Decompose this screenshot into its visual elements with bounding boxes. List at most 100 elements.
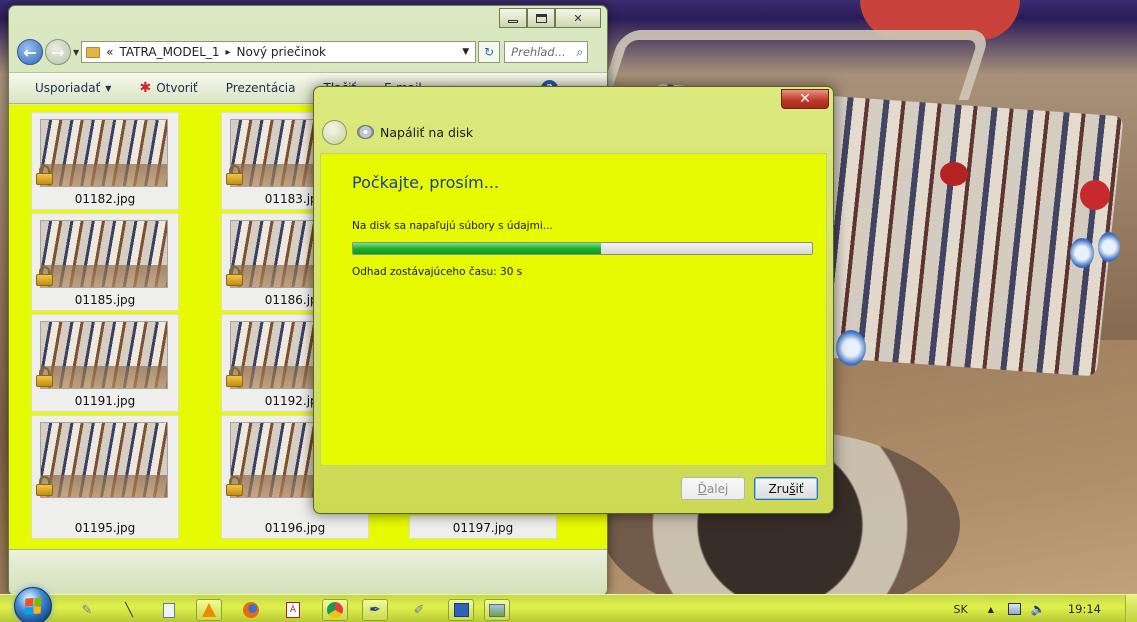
- slideshow-button[interactable]: Prezentácia: [226, 81, 296, 95]
- progress-label: Na disk sa napaľujú súbory s údajmi...: [352, 220, 553, 232]
- refresh-icon: ↻: [484, 45, 495, 59]
- file-name: 01195.jpg: [74, 521, 136, 535]
- next-label-rest: alej: [706, 481, 729, 496]
- pdf-icon[interactable]: A: [280, 599, 306, 621]
- details-pane: [9, 549, 607, 595]
- arrow-right-icon: →: [51, 42, 65, 62]
- next-label-mnemonic: Ď: [697, 481, 707, 496]
- inkscape-icon[interactable]: ✒: [362, 599, 388, 621]
- lock-icon: [226, 367, 243, 387]
- wallpaper-headlight: [1070, 238, 1094, 268]
- file-thumbnail[interactable]: 01182.jpg: [31, 112, 179, 210]
- open-button[interactable]: ✱ Otvoriť: [139, 80, 197, 96]
- lock-icon: [226, 266, 243, 286]
- open-with-icon: ✱: [139, 80, 152, 96]
- lock-icon: [36, 367, 53, 387]
- image-thumbnail: [40, 220, 168, 288]
- cancel-label-rest: iť: [795, 481, 804, 496]
- breadcrumb-item-tatra-model[interactable]: TATRA_MODEL_1: [120, 45, 220, 59]
- wallpaper-red-light: [940, 162, 968, 186]
- search-input[interactable]: Prehľad... ⌕: [504, 41, 589, 63]
- file-name: 01197.jpg: [452, 521, 514, 535]
- search-placeholder: Prehľad...: [511, 45, 566, 59]
- dialog-heading: Počkajte, prosím...: [352, 173, 499, 192]
- outlook-icon[interactable]: [448, 599, 474, 621]
- wallpaper-headlight: [1098, 232, 1120, 262]
- lock-icon: [36, 266, 53, 286]
- refresh-button[interactable]: ↻: [478, 41, 501, 63]
- dialog-header: ← Napáliť na disk: [322, 119, 473, 145]
- image-thumbnail: [40, 422, 168, 498]
- dialog-footer: Ďalej Zru š iť: [314, 467, 833, 513]
- dialog-back-button[interactable]: ←: [322, 119, 347, 145]
- arrow-left-icon: ←: [328, 124, 341, 140]
- dialog-close-button[interactable]: ✕: [781, 89, 829, 109]
- time-remaining-label: Odhad zostávajúceho času: 30 s: [352, 266, 523, 278]
- minimize-button[interactable]: [499, 8, 527, 28]
- firefox-icon[interactable]: [238, 599, 264, 621]
- disc-burn-icon: [357, 125, 374, 139]
- pen-icon[interactable]: ╲: [116, 599, 142, 621]
- slideshow-label: Prezentácia: [225, 81, 296, 95]
- open-label: Otvoriť: [156, 81, 198, 95]
- lock-icon: [36, 476, 53, 496]
- windows-logo-icon: [24, 597, 42, 615]
- dialog-content-panel: Počkajte, prosím... Na disk sa napaľujú …: [320, 153, 827, 466]
- chevron-down-icon[interactable]: ▼: [456, 47, 475, 57]
- search-icon[interactable]: ⌕: [576, 45, 587, 60]
- burn-disc-dialog: ✕ ← Napáliť na disk Počkajte, prosím... …: [313, 86, 834, 514]
- wallpaper-red-light: [1080, 180, 1110, 210]
- file-thumbnail[interactable]: 01195.jpg: [31, 415, 179, 539]
- back-button[interactable]: ←: [17, 39, 43, 65]
- breadcrumb-item-new-folder[interactable]: Nový priečinok: [237, 45, 326, 59]
- chevron-up-icon[interactable]: ▲: [988, 605, 994, 614]
- file-name: 01191.jpg: [74, 394, 136, 408]
- file-name: 01196.jpg: [264, 521, 326, 535]
- file-name: 01182.jpg: [74, 192, 136, 206]
- network-icon[interactable]: [1007, 603, 1021, 615]
- chrome-icon[interactable]: [322, 599, 348, 621]
- file-thumbnail[interactable]: 01191.jpg: [31, 314, 179, 412]
- file-thumbnail[interactable]: 01197.jpg: [409, 515, 557, 539]
- paint-icon[interactable]: ✐: [406, 599, 432, 621]
- next-button[interactable]: Ďalej: [681, 477, 745, 500]
- progress-bar-fill: [353, 243, 601, 254]
- file-thumbnail[interactable]: 01185.jpg: [31, 213, 179, 311]
- lock-icon: [226, 165, 243, 185]
- notepad-icon[interactable]: [156, 599, 182, 621]
- close-button[interactable]: ✕: [555, 8, 601, 28]
- breadcrumb[interactable]: « TATRA_MODEL_1 ▸ Nový priečinok ▼: [81, 41, 477, 63]
- search-tool-icon[interactable]: ✎: [74, 599, 100, 621]
- cancel-button[interactable]: Zru š iť: [754, 477, 818, 500]
- show-desktop-button[interactable]: [1125, 595, 1137, 622]
- clock[interactable]: 19:14: [1068, 602, 1101, 616]
- window-caption-buttons: ✕: [499, 8, 601, 28]
- breadcrumb-overflow[interactable]: «: [106, 45, 113, 59]
- image-thumbnail: [40, 119, 168, 187]
- arrow-left-icon: ←: [23, 42, 37, 62]
- volume-icon[interactable]: 🔈: [1031, 602, 1046, 616]
- minimize-icon: [508, 19, 518, 23]
- organize-menu[interactable]: Usporiadať ▼: [35, 81, 111, 95]
- close-icon: ✕: [573, 11, 583, 25]
- vlc-icon[interactable]: [196, 599, 222, 621]
- dialog-title: Napáliť na disk: [380, 124, 474, 140]
- taskbar: ✎ ╲ A ✒ ✐ SK ▲ 🔈 19:14: [0, 587, 1137, 622]
- forward-button[interactable]: →: [45, 39, 71, 65]
- progress-bar: [352, 242, 813, 255]
- wallpaper-headlight: [836, 330, 866, 366]
- close-icon: ✕: [799, 91, 811, 107]
- lock-icon: [36, 165, 53, 185]
- notification-area: SK ▲ 🔈 19:14: [954, 595, 1137, 622]
- maximize-icon: [535, 13, 547, 23]
- organize-label: Usporiadať: [35, 81, 101, 95]
- file-name: 01185.jpg: [74, 293, 136, 307]
- address-bar: ← → ▼ « TATRA_MODEL_1 ▸ Nový priečinok ▼…: [9, 36, 607, 68]
- language-indicator[interactable]: SK: [954, 603, 968, 616]
- image-viewer-icon[interactable]: [484, 599, 510, 621]
- maximize-button[interactable]: [527, 8, 555, 28]
- start-button[interactable]: [14, 587, 52, 622]
- recent-pages-dropdown[interactable]: ▼: [73, 48, 79, 57]
- image-thumbnail: [40, 321, 168, 389]
- chevron-right-icon[interactable]: ▸: [226, 47, 231, 58]
